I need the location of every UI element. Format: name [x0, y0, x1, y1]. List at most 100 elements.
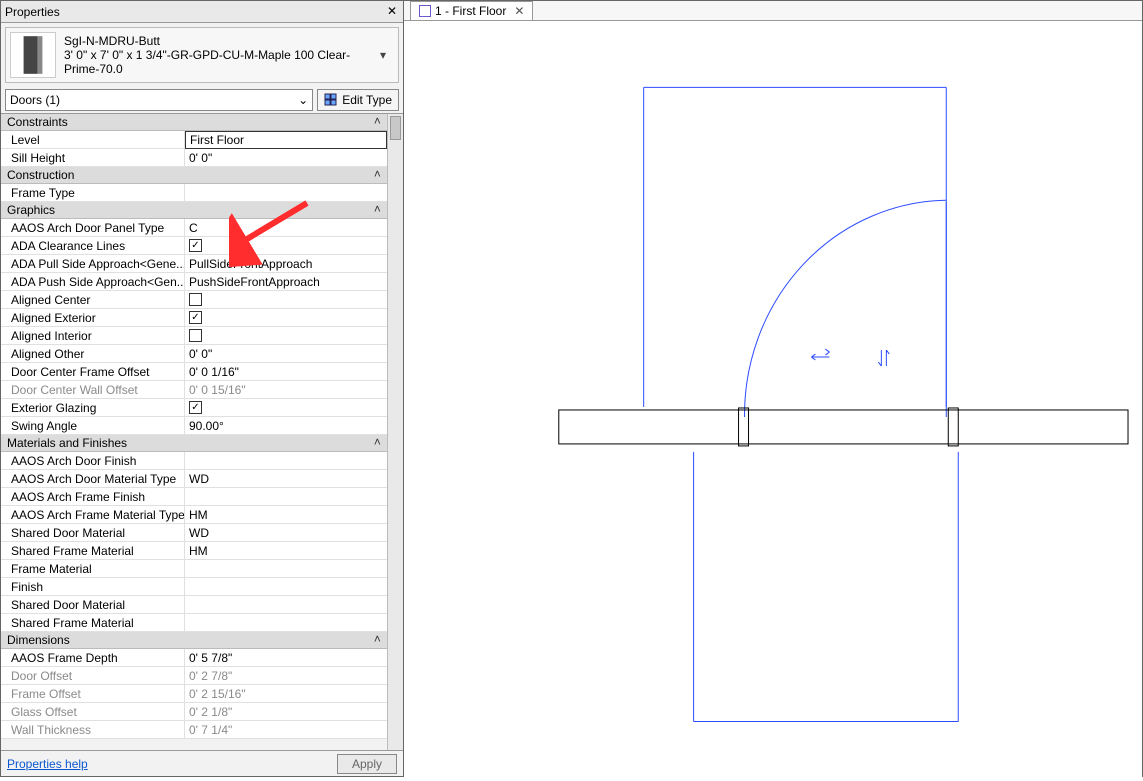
- property-row: ADA Push Side Approach<Gen...PushSideFro…: [1, 273, 387, 291]
- group-header[interactable]: Graphics˄: [1, 202, 387, 219]
- property-row: Frame Type: [1, 184, 387, 202]
- property-row: LevelFirst Floor: [1, 131, 387, 149]
- property-value[interactable]: [185, 488, 387, 505]
- property-value[interactable]: [185, 184, 387, 201]
- property-row: Door Offset0' 2 7/8": [1, 667, 387, 685]
- group-title: Dimensions: [7, 633, 70, 647]
- property-label: ADA Push Side Approach<Gen...: [1, 273, 185, 290]
- property-row: AAOS Arch Door Finish: [1, 452, 387, 470]
- chevron-down-icon[interactable]: ▾: [380, 48, 394, 62]
- chevron-down-icon: ⌄: [298, 93, 308, 107]
- properties-help-link[interactable]: Properties help: [7, 757, 329, 771]
- property-label: AAOS Arch Door Panel Type: [1, 219, 185, 236]
- property-value[interactable]: ✓: [185, 399, 387, 416]
- property-label: ADA Pull Side Approach<Gene...: [1, 255, 185, 272]
- property-value[interactable]: 0' 0 1/16": [185, 363, 387, 380]
- property-value[interactable]: 90.00°: [185, 417, 387, 434]
- group-header[interactable]: Materials and Finishes˄: [1, 435, 387, 452]
- type-thumbnail: [10, 32, 56, 78]
- collapse-icon[interactable]: ˄: [374, 168, 381, 182]
- collapse-icon[interactable]: ˄: [374, 115, 381, 129]
- property-value[interactable]: HM: [185, 542, 387, 559]
- property-row: Aligned Exterior✓: [1, 309, 387, 327]
- property-label: AAOS Arch Door Material Type: [1, 470, 185, 487]
- property-row: ADA Pull Side Approach<Gene...PullSideFr…: [1, 255, 387, 273]
- property-value[interactable]: [185, 578, 387, 595]
- property-value[interactable]: [185, 614, 387, 631]
- view-area: 1 - First Floor ✕: [404, 0, 1143, 777]
- group-header[interactable]: Dimensions ˄: [1, 632, 387, 649]
- checkbox[interactable]: [189, 329, 202, 342]
- property-row: Door Center Wall Offset0' 0 15/16": [1, 381, 387, 399]
- view-tab-label: 1 - First Floor: [435, 4, 506, 18]
- property-label: Glass Offset: [1, 703, 185, 720]
- property-label: Door Center Frame Offset: [1, 363, 185, 380]
- property-value[interactable]: WD: [185, 524, 387, 541]
- property-label: AAOS Frame Depth: [1, 649, 185, 666]
- property-value[interactable]: HM: [185, 506, 387, 523]
- property-value[interactable]: [185, 327, 387, 344]
- property-row: Shared Door MaterialWD: [1, 524, 387, 542]
- property-value[interactable]: PullSideFrontApproach: [185, 255, 387, 272]
- property-label: AAOS Arch Door Finish: [1, 452, 185, 469]
- property-label: Frame Offset: [1, 685, 185, 702]
- property-row: Aligned Center: [1, 291, 387, 309]
- vertical-scrollbar[interactable]: [387, 114, 403, 750]
- property-row: Wall Thickness0' 7 1/4": [1, 721, 387, 739]
- type-name: SgI-N-MDRU-Butt: [64, 34, 380, 48]
- floorplan-icon: [419, 5, 431, 17]
- property-value[interactable]: [185, 291, 387, 308]
- property-value: 0' 2 15/16": [185, 685, 387, 702]
- property-value[interactable]: 0' 0": [185, 345, 387, 362]
- close-icon[interactable]: ✕: [385, 5, 399, 19]
- checkbox[interactable]: ✓: [189, 311, 202, 324]
- collapse-icon[interactable]: ˄: [374, 633, 381, 647]
- collapse-icon[interactable]: ˄: [374, 203, 381, 217]
- property-label: Finish: [1, 578, 185, 595]
- property-value[interactable]: PushSideFrontApproach: [185, 273, 387, 290]
- property-label: Frame Material: [1, 560, 185, 577]
- checkbox[interactable]: ✓: [189, 239, 202, 252]
- edit-type-button[interactable]: Edit Type: [317, 89, 399, 111]
- close-icon[interactable]: ✕: [514, 4, 524, 18]
- property-row: Aligned Other0' 0": [1, 345, 387, 363]
- property-label: ADA Clearance Lines: [1, 237, 185, 254]
- property-row: Sill Height0' 0": [1, 149, 387, 167]
- property-value[interactable]: ✓: [185, 309, 387, 326]
- checkbox[interactable]: [189, 293, 202, 306]
- property-row: AAOS Arch Frame Finish: [1, 488, 387, 506]
- property-row: AAOS Arch Frame Material TypeHM: [1, 506, 387, 524]
- collapse-icon[interactable]: ˄: [374, 436, 381, 450]
- property-row: AAOS Frame Depth0' 5 7/8": [1, 649, 387, 667]
- property-value[interactable]: [185, 452, 387, 469]
- category-filter-label: Doors (1): [10, 93, 60, 107]
- property-row: Glass Offset0' 2 1/8": [1, 703, 387, 721]
- property-value[interactable]: 0' 5 7/8": [185, 649, 387, 666]
- property-value[interactable]: ✓: [185, 237, 387, 254]
- palette-header: Properties ✕: [1, 1, 403, 23]
- property-label: Aligned Interior: [1, 327, 185, 344]
- property-value[interactable]: [185, 560, 387, 577]
- drawing-canvas[interactable]: [404, 21, 1142, 778]
- property-value[interactable]: C: [185, 219, 387, 236]
- property-label: Aligned Other: [1, 345, 185, 362]
- category-filter-dropdown[interactable]: Doors (1) ⌄: [5, 89, 313, 111]
- property-label: Swing Angle: [1, 417, 185, 434]
- group-header[interactable]: Constraints˄: [1, 114, 387, 131]
- group-title: Construction: [7, 168, 74, 182]
- property-row: Frame Offset0' 2 15/16": [1, 685, 387, 703]
- plan-drawing: [404, 21, 1142, 778]
- property-value[interactable]: First Floor: [185, 131, 387, 149]
- property-value[interactable]: WD: [185, 470, 387, 487]
- property-row: AAOS Arch Door Material TypeWD: [1, 470, 387, 488]
- palette-footer: Properties help Apply: [1, 750, 403, 776]
- checkbox[interactable]: ✓: [189, 401, 202, 414]
- apply-button[interactable]: Apply: [337, 754, 397, 774]
- property-value[interactable]: [185, 596, 387, 613]
- view-tab[interactable]: 1 - First Floor ✕: [410, 1, 533, 20]
- group-header[interactable]: Construction ˄: [1, 167, 387, 184]
- property-value[interactable]: 0' 0": [185, 149, 387, 166]
- type-selector[interactable]: SgI-N-MDRU-Butt 3' 0" x 7' 0" x 1 3/4"-G…: [5, 27, 399, 83]
- scrollbar-thumb[interactable]: [390, 116, 401, 140]
- property-label: Shared Frame Material: [1, 542, 185, 559]
